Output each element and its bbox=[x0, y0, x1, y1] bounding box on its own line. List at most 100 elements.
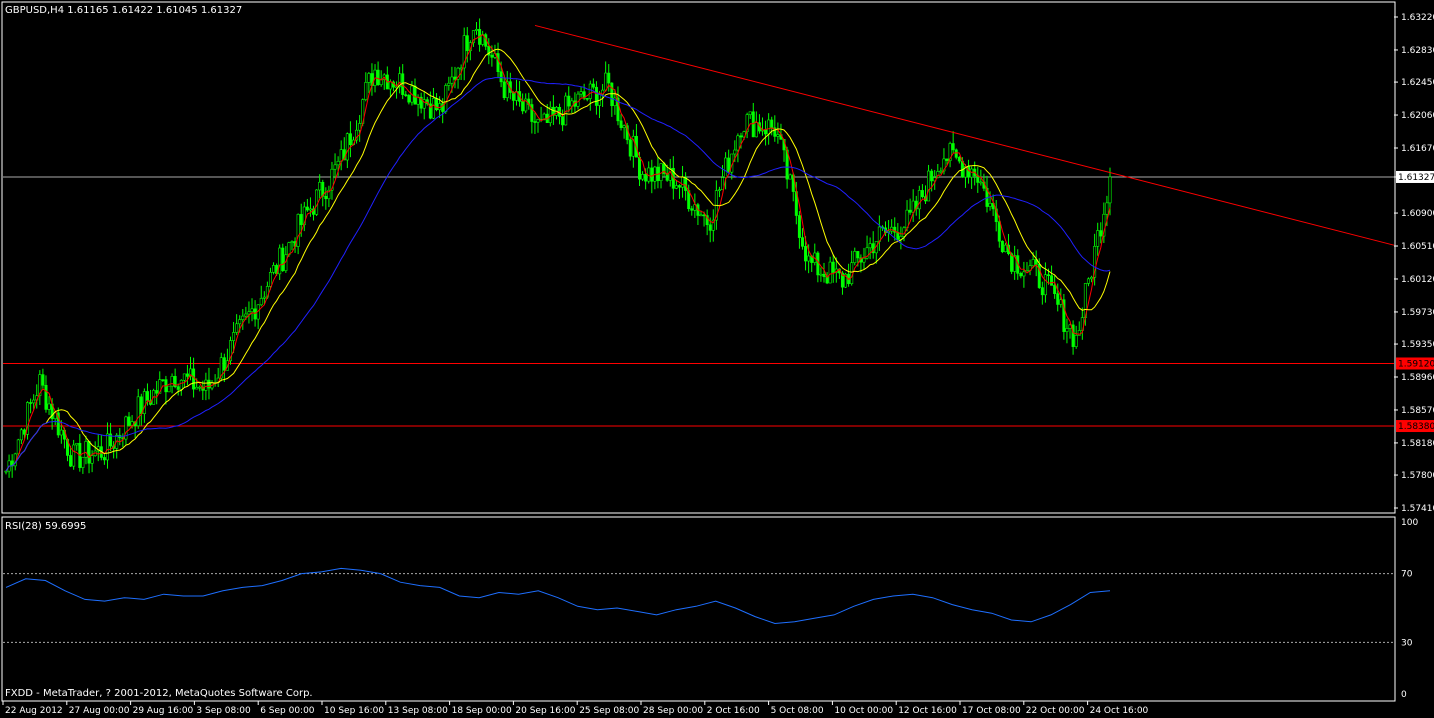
candle-body bbox=[800, 237, 804, 247]
candle-body bbox=[179, 379, 183, 390]
candle-body bbox=[776, 134, 780, 137]
candle-body bbox=[1090, 276, 1094, 280]
candle-body bbox=[364, 82, 368, 100]
candle-body bbox=[287, 242, 291, 256]
time-tick-label: 28 Sep 00:00 bbox=[643, 706, 703, 716]
price-tick-label: 1.62450 bbox=[1401, 78, 1434, 88]
time-tick-label: 6 Sep 00:00 bbox=[260, 706, 315, 716]
candle-body bbox=[564, 95, 568, 126]
candle-body bbox=[278, 247, 282, 275]
rsi-tick-label: 30 bbox=[1401, 638, 1413, 648]
candle-body bbox=[930, 170, 934, 182]
candle-body bbox=[702, 214, 706, 217]
candle-body bbox=[238, 319, 242, 325]
candle-body bbox=[1050, 275, 1054, 286]
candle-body bbox=[155, 390, 159, 394]
candle-body bbox=[44, 384, 48, 410]
time-tick-label: 10 Sep 16:00 bbox=[324, 706, 384, 716]
candle-body bbox=[951, 143, 955, 151]
candle-body bbox=[831, 261, 835, 273]
candle-body bbox=[536, 118, 540, 123]
candle-body bbox=[502, 81, 506, 99]
candle-body bbox=[232, 332, 236, 341]
candle-body bbox=[136, 396, 140, 427]
candle-body bbox=[945, 158, 949, 161]
candle-body bbox=[161, 379, 165, 381]
candle-body bbox=[967, 166, 971, 178]
candle-body bbox=[296, 214, 300, 247]
price-tick-label: 1.58180 bbox=[1401, 439, 1434, 449]
time-tick-label: 24 Oct 16:00 bbox=[1090, 706, 1149, 716]
time-tick-label: 27 Aug 00:00 bbox=[69, 706, 130, 716]
time-tick-label: 12 Oct 16:00 bbox=[898, 706, 957, 716]
time-tick-label: 22 Aug 2012 bbox=[5, 706, 63, 716]
time-tick-label: 17 Oct 08:00 bbox=[962, 706, 1021, 716]
candle-body bbox=[72, 444, 76, 467]
candle-body bbox=[797, 215, 801, 238]
candle-body bbox=[619, 120, 623, 128]
candle-body bbox=[170, 376, 174, 387]
candle-body bbox=[413, 85, 417, 105]
candle-body bbox=[345, 133, 349, 161]
candle-body bbox=[927, 170, 931, 202]
candle-body bbox=[496, 53, 500, 72]
candle-body bbox=[822, 273, 826, 277]
candle-body bbox=[262, 296, 266, 299]
candle-body bbox=[87, 441, 91, 464]
candle-body bbox=[32, 399, 36, 404]
candle-body bbox=[388, 81, 392, 90]
candle-body bbox=[533, 121, 537, 123]
price-tick-label: 1.57800 bbox=[1401, 471, 1434, 481]
candle-body bbox=[182, 373, 186, 381]
candle-body bbox=[736, 135, 740, 151]
candle-body bbox=[641, 174, 645, 180]
price-tick-label: 1.59730 bbox=[1401, 308, 1434, 318]
candle-body bbox=[142, 391, 146, 414]
candle-body bbox=[819, 273, 823, 276]
candle-body bbox=[475, 29, 479, 31]
candle-body bbox=[807, 255, 811, 262]
candle-body bbox=[622, 125, 626, 128]
candle-body bbox=[788, 174, 792, 180]
candle-body bbox=[1000, 240, 1004, 253]
candle-body bbox=[1053, 285, 1057, 294]
candle-body bbox=[717, 189, 721, 192]
time-tick-label: 20 Sep 16:00 bbox=[515, 706, 575, 716]
candle-body bbox=[917, 190, 921, 210]
candle-body bbox=[628, 139, 632, 157]
time-tick-label: 5 Oct 08:00 bbox=[771, 706, 824, 716]
price-tick-label: 1.62060 bbox=[1401, 111, 1434, 121]
copyright-text: FXDD - MetaTrader, ? 2001-2012, MetaQuot… bbox=[5, 688, 313, 699]
candle-body bbox=[268, 272, 272, 287]
time-tick-label: 29 Aug 16:00 bbox=[133, 706, 194, 716]
candle-body bbox=[939, 170, 943, 173]
candle-body bbox=[367, 73, 371, 83]
candle-body bbox=[690, 208, 694, 211]
candle-body bbox=[204, 379, 208, 391]
candle-body bbox=[877, 226, 881, 242]
candle-body bbox=[1043, 274, 1047, 296]
candle-body bbox=[22, 429, 26, 435]
candle-body bbox=[407, 95, 411, 103]
candle-body bbox=[465, 35, 469, 52]
candle-body bbox=[970, 168, 974, 178]
candle-body bbox=[637, 156, 641, 180]
candle-body bbox=[610, 82, 614, 107]
candle-body bbox=[41, 374, 45, 386]
candle-body bbox=[920, 190, 924, 197]
candle-body bbox=[241, 315, 245, 320]
candle-body bbox=[308, 208, 312, 211]
candle-body bbox=[997, 221, 1001, 242]
candle-body bbox=[607, 72, 611, 84]
candle-body bbox=[333, 164, 337, 170]
candle-body bbox=[81, 456, 85, 468]
candle-body bbox=[957, 157, 961, 162]
candle-body bbox=[447, 82, 451, 86]
candle-body bbox=[767, 119, 771, 135]
candle-body bbox=[1086, 278, 1090, 284]
candle-body bbox=[259, 298, 263, 306]
candle-body bbox=[4, 470, 8, 473]
candle-body bbox=[585, 98, 589, 100]
candle-body bbox=[299, 214, 303, 226]
candle-body bbox=[911, 200, 915, 213]
